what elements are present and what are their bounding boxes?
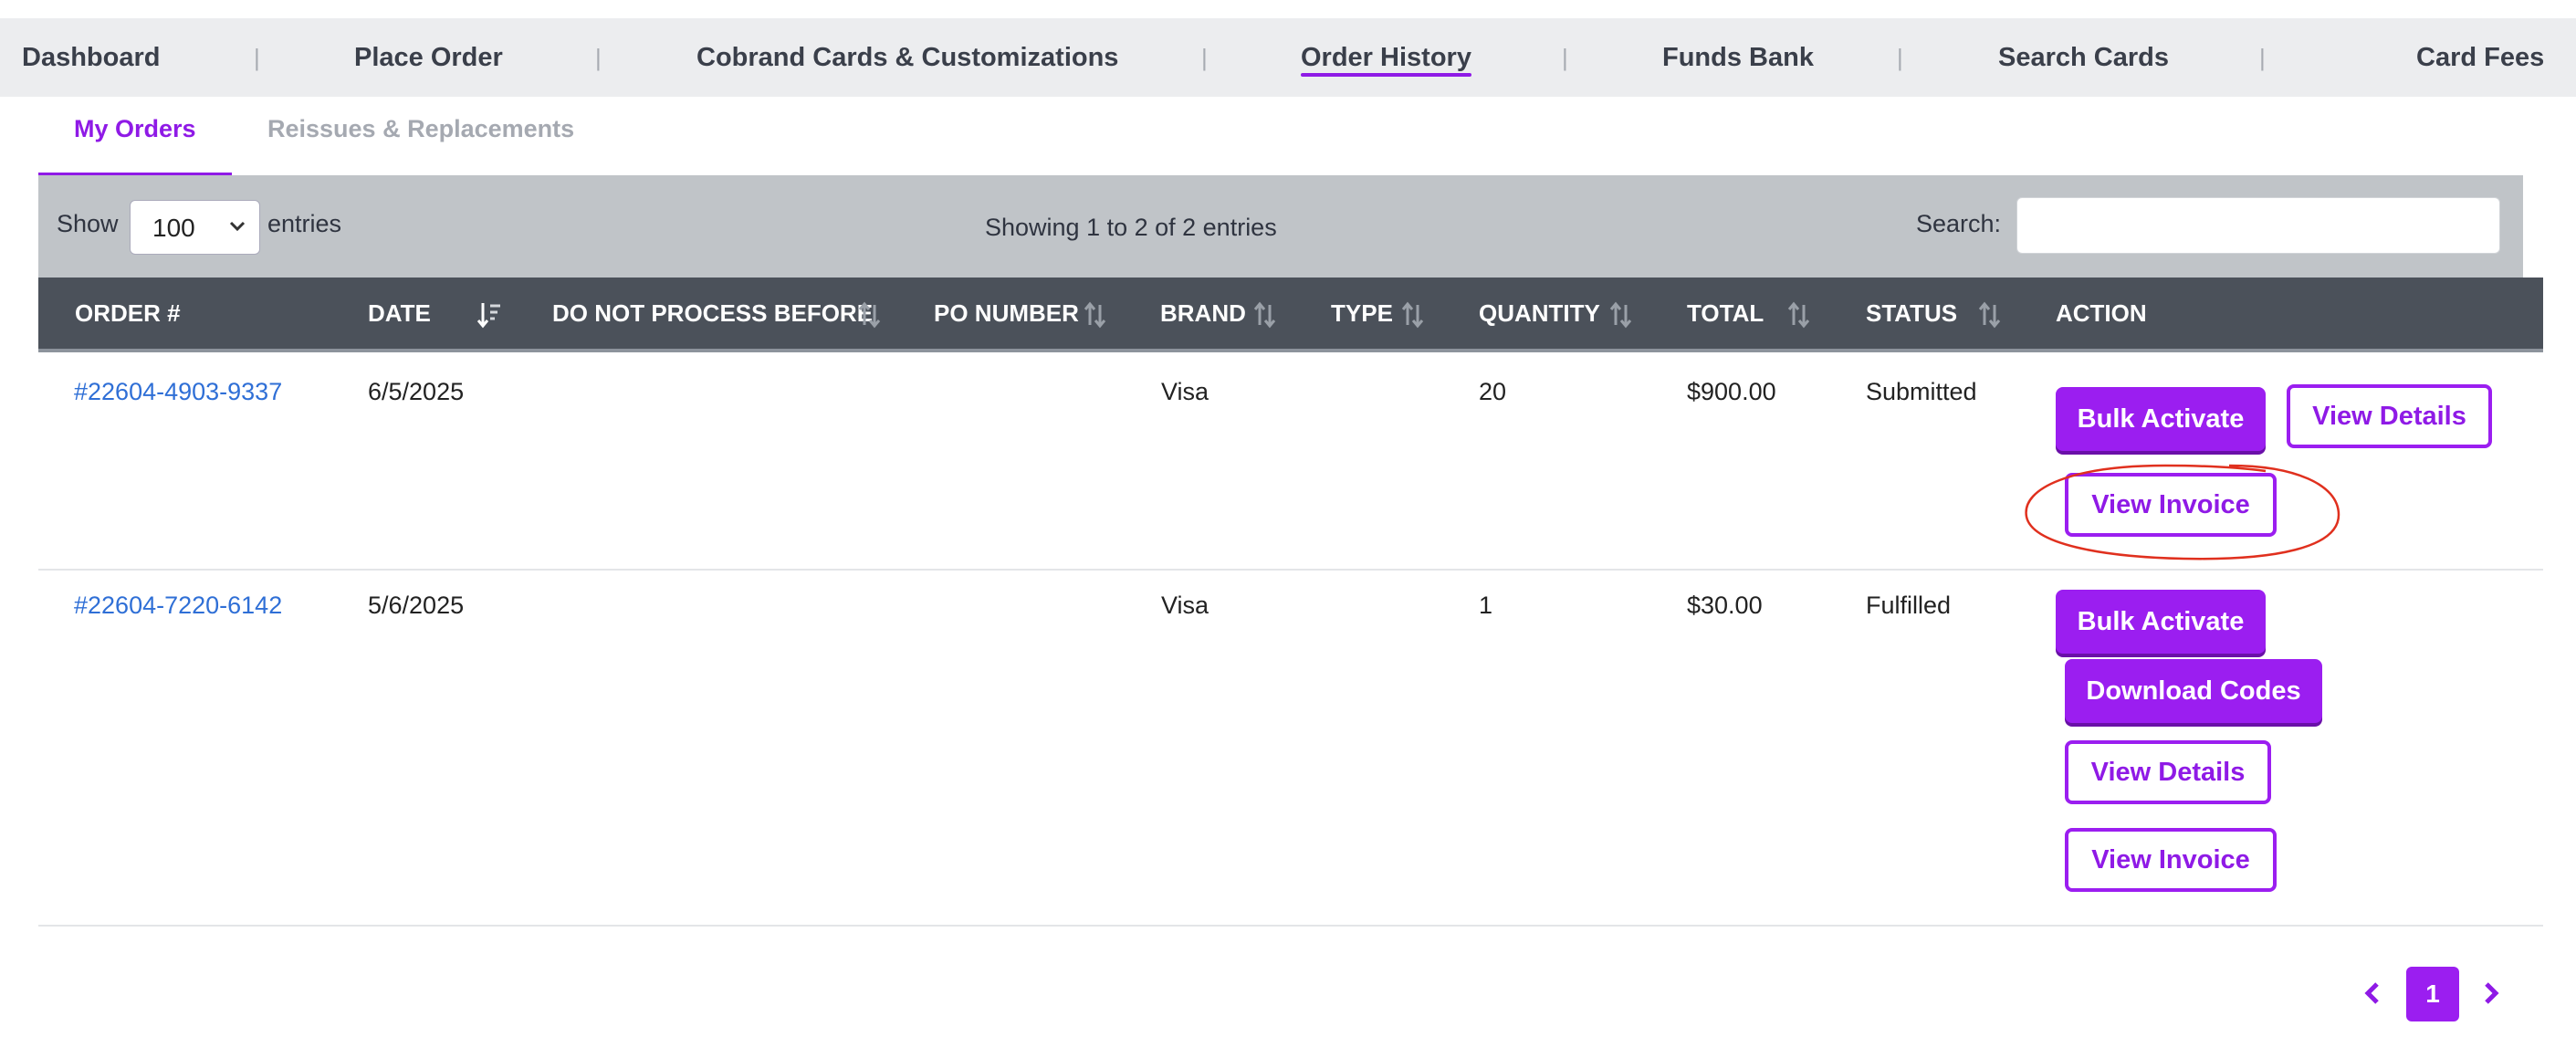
- chevron-left-icon[interactable]: [2361, 968, 2384, 1032]
- sort-icon[interactable]: [1977, 301, 2003, 329]
- search-input[interactable]: [2016, 197, 2500, 254]
- download-codes-button[interactable]: Download Codes: [2065, 659, 2322, 723]
- column-header-total[interactable]: TOTAL: [1687, 278, 1764, 349]
- table-info: Showing 1 to 2 of 2 entries: [985, 214, 1277, 241]
- sort-icon[interactable]: [1608, 301, 1634, 329]
- nav-separator: |: [1562, 44, 1568, 71]
- column-header-action: ACTION: [2056, 299, 2147, 327]
- nav-separator: |: [1897, 44, 1903, 71]
- top-navigation: Dashboard | Place Order | Cobrand Cards …: [0, 18, 2576, 97]
- column-header-do-not-process-before[interactable]: DO NOT PROCESS BEFORE: [552, 278, 873, 349]
- entries-select-value: 100: [152, 214, 195, 242]
- nav-item-card-fees[interactable]: Card Fees: [2416, 18, 2544, 97]
- column-header-brand[interactable]: BRAND: [1160, 278, 1246, 349]
- view-details-button[interactable]: View Details: [2287, 384, 2492, 448]
- sort-icon[interactable]: [857, 301, 883, 329]
- order-status: Fulfilled: [1866, 592, 1952, 619]
- nav-item-cobrand-cards[interactable]: Cobrand Cards & Customizations: [696, 18, 1118, 97]
- show-label: Show: [57, 210, 119, 237]
- entries-select[interactable]: 100: [130, 200, 260, 255]
- order-total: $30.00: [1687, 592, 1763, 619]
- order-total: $900.00: [1687, 378, 1776, 405]
- nav-separator: |: [1201, 44, 1208, 71]
- nav-item-place-order[interactable]: Place Order: [354, 18, 503, 97]
- view-details-button[interactable]: View Details: [2065, 740, 2271, 804]
- column-header-date[interactable]: DATE: [368, 278, 431, 349]
- chevron-right-icon[interactable]: [2479, 968, 2503, 1032]
- column-header-quantity[interactable]: QUANTITY: [1479, 278, 1600, 349]
- order-brand: Visa: [1161, 378, 1209, 405]
- column-header-po-number[interactable]: PO NUMBER: [934, 278, 1079, 349]
- order-quantity: 1: [1479, 592, 1493, 619]
- bulk-activate-button[interactable]: Bulk Activate: [2056, 590, 2266, 654]
- chevron-down-icon: [228, 215, 246, 243]
- nav-item-order-history[interactable]: Order History: [1301, 18, 1471, 97]
- pagination-page-current[interactable]: 1: [2406, 967, 2459, 1021]
- column-header-order[interactable]: ORDER #: [75, 278, 181, 349]
- order-brand: Visa: [1161, 592, 1209, 619]
- nav-item-funds-bank[interactable]: Funds Bank: [1662, 18, 1814, 97]
- order-status: Submitted: [1866, 378, 1977, 405]
- nav-item-search-cards[interactable]: Search Cards: [1998, 18, 2169, 97]
- nav-separator: |: [2259, 44, 2266, 71]
- tab-reissues-replacements[interactable]: Reissues & Replacements: [267, 99, 574, 175]
- column-header-status[interactable]: STATUS: [1866, 278, 1957, 349]
- sort-icon[interactable]: [1786, 301, 1812, 329]
- entries-label: entries: [267, 210, 342, 237]
- view-invoice-button[interactable]: View Invoice: [2065, 828, 2277, 892]
- sort-icon[interactable]: [1083, 301, 1108, 329]
- table-header: ORDER # DATE DO NOT PROCESS BEFORE PO NU…: [38, 278, 2543, 352]
- sort-icon[interactable]: [1400, 301, 1426, 329]
- nav-item-dashboard[interactable]: Dashboard: [22, 18, 160, 97]
- bulk-activate-button[interactable]: Bulk Activate: [2056, 387, 2266, 451]
- row-divider: [38, 569, 2543, 571]
- tab-my-orders[interactable]: My Orders: [74, 99, 196, 175]
- search-label: Search:: [1916, 210, 2002, 237]
- order-quantity: 20: [1479, 378, 1507, 405]
- row-divider: [38, 925, 2543, 927]
- sort-desc-icon[interactable]: [476, 301, 502, 329]
- sort-icon[interactable]: [1252, 301, 1278, 329]
- nav-separator: |: [254, 44, 260, 71]
- nav-separator: |: [595, 44, 602, 71]
- order-date: 5/6/2025: [368, 592, 465, 619]
- order-date: 6/5/2025: [368, 378, 465, 405]
- table-controls: Show 100 entries Showing 1 to 2 of 2 ent…: [38, 175, 2523, 278]
- order-number-link[interactable]: #22604-4903-9337: [74, 378, 282, 406]
- order-number-link[interactable]: #22604-7220-6142: [74, 592, 282, 620]
- column-header-type[interactable]: TYPE: [1331, 278, 1393, 349]
- view-invoice-button[interactable]: View Invoice: [2065, 473, 2277, 537]
